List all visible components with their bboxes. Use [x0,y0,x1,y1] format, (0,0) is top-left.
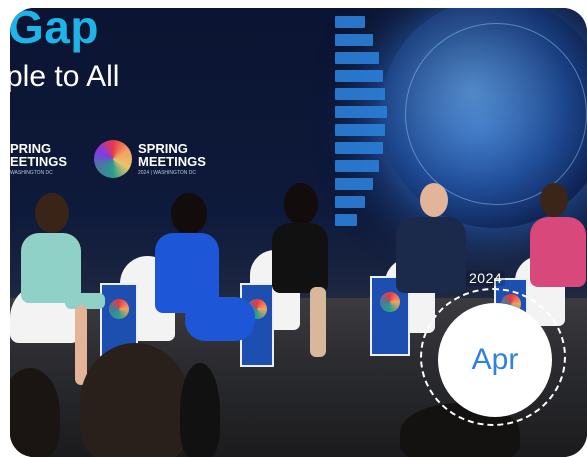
globe-ring-graphic [405,23,587,205]
panelist-2 [155,193,265,383]
date-badge-circle: Apr [438,303,552,417]
imf-wb-seal-icon [94,140,132,178]
logo-left-sub: WASHINGTON DC [10,170,53,176]
spring-meetings-logo-right: SPRING MEETINGS 2024 | WASHINGTON DC [94,140,206,178]
panelist-3 [270,183,370,373]
screen-subline: ple to All [10,60,120,93]
audience-head [180,363,220,457]
event-photo-card[interactable]: Gap ple to All PRING EETINGS WASHINGTON … [10,8,587,457]
date-month: Apr [471,343,519,376]
logo-right-sub: 2024 | WASHINGTON DC [138,170,196,176]
event-date-badge[interactable]: 2024 Apr [420,270,570,430]
logo-right-line2: MEETINGS [138,154,206,169]
date-year: 2024 [466,270,506,286]
audience-head [80,343,190,457]
spring-meetings-logo-left: PRING EETINGS WASHINGTON DC [10,142,67,176]
screen-headline: Gap [10,8,99,53]
logo-left-line2: EETINGS [10,154,68,169]
